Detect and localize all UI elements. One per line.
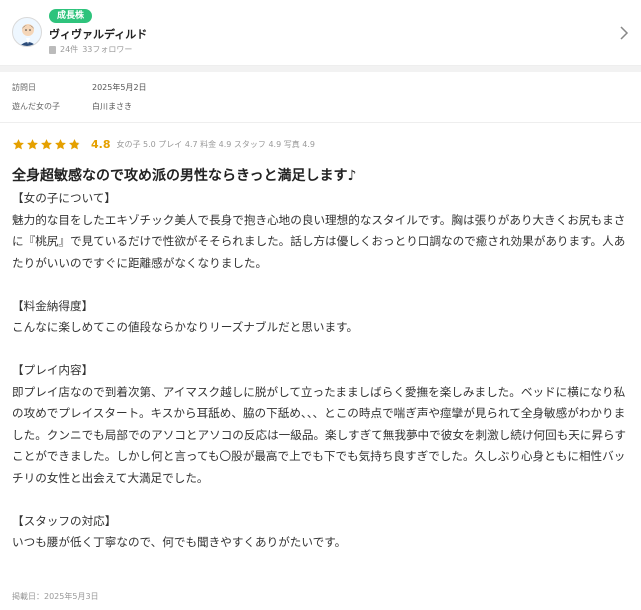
star-icon bbox=[55, 139, 66, 150]
reviewer-stats: 24件 33フォロワー bbox=[49, 44, 132, 55]
visit-date-label: 訪問日 bbox=[12, 83, 36, 92]
reviewer-profile[interactable]: 成長株 ヴィヴァルディルド 24件 33フォロワー bbox=[0, 0, 641, 66]
visit-date-value: 2025年5月2日 bbox=[92, 83, 147, 92]
post-count: 24件 bbox=[60, 45, 79, 54]
reviewer-name: ヴィヴァルディルド bbox=[49, 28, 148, 41]
follower-count: 33フォロワー bbox=[82, 45, 133, 54]
sub-scores: 女の子 5.0 プレイ 4.7 料金 4.9 スタッフ 4.9 写真 4.9 bbox=[116, 140, 316, 149]
visit-info: 訪問日 2025年5月2日 遊んだ女の子 白川まさき bbox=[0, 72, 641, 123]
chevron-right-icon[interactable] bbox=[617, 24, 631, 42]
girl-name[interactable]: 白川まさき bbox=[92, 101, 132, 112]
review-title: 全身超敏感なので攻め派の男性ならきっと満足します♪ bbox=[12, 168, 357, 184]
star-icon bbox=[13, 139, 24, 150]
girl-label: 遊んだ女の子 bbox=[12, 102, 60, 111]
avatar bbox=[12, 17, 42, 47]
posted-date: 掲載日：2025年5月3日 bbox=[12, 592, 99, 601]
rank-badge: 成長株 bbox=[49, 9, 93, 23]
star-rating bbox=[12, 138, 81, 151]
document-icon bbox=[49, 45, 56, 54]
overall-score: 4.8 bbox=[91, 138, 111, 151]
star-icon bbox=[27, 139, 38, 150]
star-icon bbox=[41, 139, 52, 150]
star-partial-icon bbox=[69, 139, 80, 150]
rating-row: 4.8 女の子 5.0 プレイ 4.7 料金 4.9 スタッフ 4.9 写真 4… bbox=[0, 123, 641, 156]
review-body: 【女の子について】 魅力的な目をしたエキゾチック美人で長身で抱き心地の良い理想的… bbox=[12, 191, 627, 549]
